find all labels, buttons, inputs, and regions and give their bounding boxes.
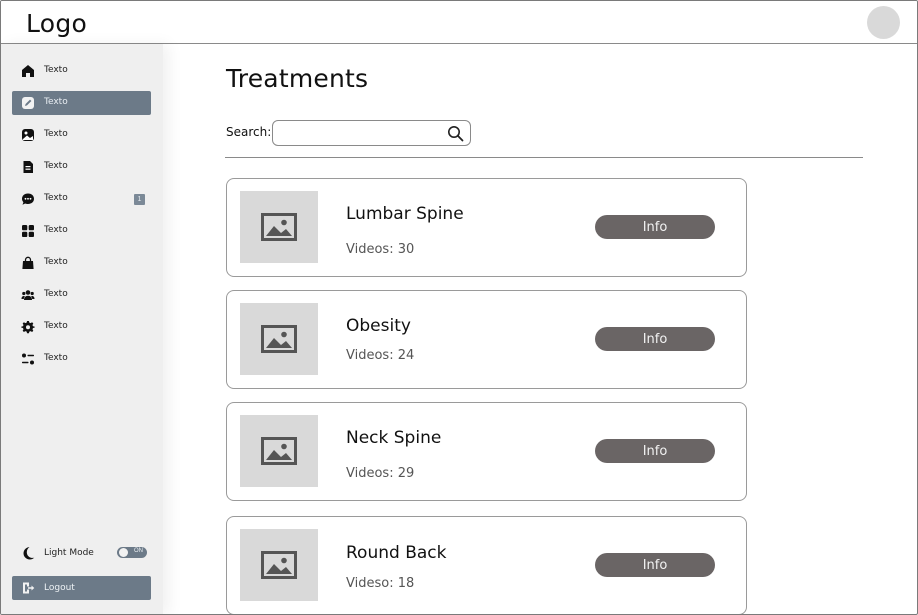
card-subtitle: Videos: 24 [346,348,415,363]
image-placeholder-icon [261,551,297,579]
info-button[interactable]: Info [595,215,715,239]
sidebar-item-6[interactable]: Texto [12,219,151,243]
card-title: Neck Spine [346,428,442,448]
thumbnail [240,191,318,263]
app-window: Logo Texto Texto Texto Texto Texto 1 Tex… [0,0,918,615]
sidebar-item-5[interactable]: Texto 1 [12,187,151,211]
toggle-knob [119,548,128,557]
toggle-state-text: ON [134,548,143,554]
logout-icon [21,581,35,595]
card-subtitle: Videso: 18 [346,576,415,591]
light-mode-label: Light Mode [44,548,94,558]
card-title: Round Back [346,543,447,563]
card-subtitle: Videos: 29 [346,466,415,481]
sidebar-item-label: Texto [44,65,68,75]
home-icon [21,64,35,78]
search-box[interactable] [272,120,471,146]
sliders-icon [21,352,35,366]
sidebar-item-label: Texto [44,353,68,363]
card-subtitle: Videos: 30 [346,242,415,257]
treatment-card[interactable]: Obesity Videos: 24 Info [226,290,747,389]
search-input[interactable] [279,124,439,142]
grid-icon [21,224,35,238]
treatment-card[interactable]: Neck Spine Videos: 29 Info [226,402,747,501]
sidebar: Texto Texto Texto Texto Texto 1 Texto Te… [1,44,163,614]
sidebar-item-label: Texto [44,161,68,171]
thumbnail [240,303,318,375]
logo[interactable]: Logo [26,9,87,38]
document-icon [21,160,35,174]
sidebar-item-2[interactable]: Texto [12,91,151,115]
page-title: Treatments [226,64,369,93]
sidebar-item-label: Texto [44,289,68,299]
search-icon[interactable] [447,125,464,142]
light-mode-row: Light Mode ON [12,541,151,565]
treatment-card[interactable]: Round Back Videso: 18 Info [226,516,747,614]
light-mode-toggle[interactable]: ON [117,547,147,558]
sidebar-item-label: Texto [44,257,68,267]
sidebar-item-8[interactable]: Texto [12,283,151,307]
moon-icon [21,546,35,560]
chat-icon [21,192,35,206]
notification-badge: 1 [134,194,145,205]
treatment-card[interactable]: Lumbar Spine Videos: 30 Info [226,178,747,277]
thumbnail [240,529,318,601]
sidebar-item-1[interactable]: Texto [12,59,151,83]
sidebar-item-label: Texto [44,193,68,203]
sidebar-item-label: Texto [44,97,68,107]
info-button[interactable]: Info [595,439,715,463]
image-placeholder-icon [261,213,297,241]
info-button[interactable]: Info [595,553,715,577]
card-title: Lumbar Spine [346,204,464,224]
bag-icon [21,256,35,270]
sidebar-item-10[interactable]: Texto [12,347,151,371]
sidebar-item-label: Texto [44,129,68,139]
image-placeholder-icon [261,325,297,353]
image-icon [21,128,35,142]
users-icon [21,288,35,302]
sidebar-item-7[interactable]: Texto [12,251,151,275]
gear-icon [21,320,35,334]
logout-label: Logout [44,583,75,593]
search-label: Search: [226,125,272,139]
logout-button[interactable]: Logout [12,576,151,600]
sidebar-item-4[interactable]: Texto [12,155,151,179]
sidebar-item-label: Texto [44,321,68,331]
thumbnail [240,415,318,487]
avatar[interactable] [867,6,900,39]
sidebar-item-3[interactable]: Texto [12,123,151,147]
image-placeholder-icon [261,437,297,465]
card-title: Obesity [346,316,411,336]
top-header: Logo [1,1,917,44]
sidebar-item-label: Texto [44,225,68,235]
sidebar-item-9[interactable]: Texto [12,315,151,339]
info-button[interactable]: Info [595,327,715,351]
edit-icon [21,96,35,110]
divider [225,157,863,158]
